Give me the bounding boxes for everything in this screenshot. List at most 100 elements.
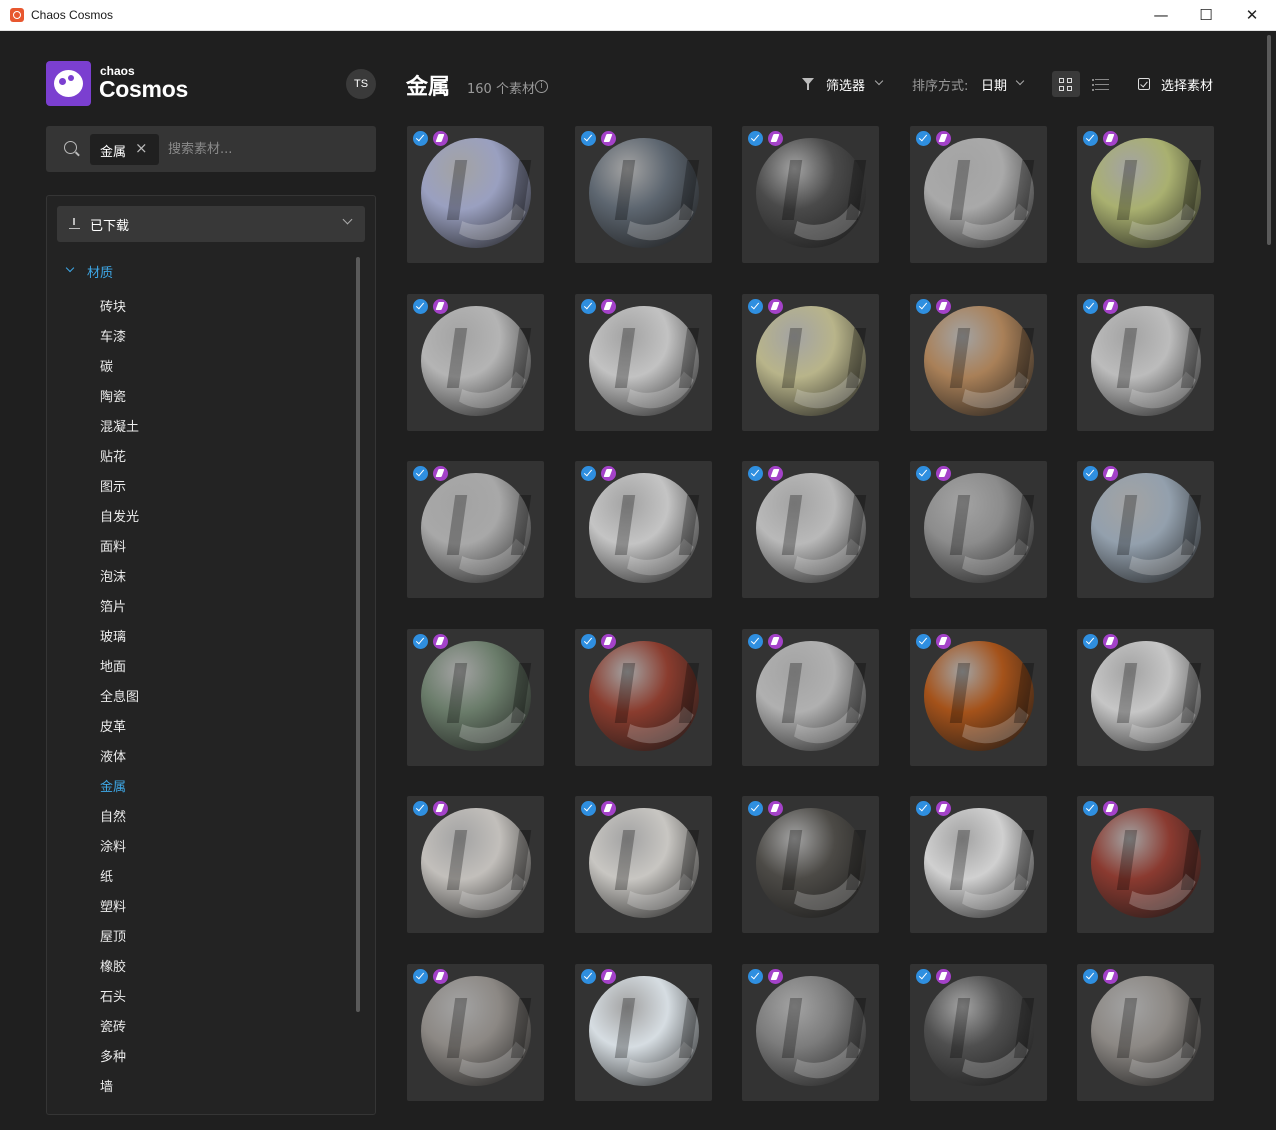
pro-badge-icon [433,968,448,984]
pro-badge-icon [433,298,448,314]
category-item[interactable]: 碳 [100,356,300,386]
category-item[interactable]: 皮革 [100,716,300,746]
material-tile[interactable] [574,126,712,263]
search-input[interactable] [168,138,358,160]
category-item[interactable]: 箔片 [100,596,300,626]
close-button[interactable]: ✕ [1229,0,1275,31]
material-tile[interactable] [574,293,712,431]
downloaded-dropdown[interactable]: 已下载 [57,206,365,242]
material-tile[interactable] [1077,461,1214,598]
asset-count: 160 个素材 [467,82,535,97]
material-tile[interactable] [407,126,544,263]
chevron-down-icon [874,76,884,86]
category-item[interactable]: 多种 [100,1046,300,1076]
sidebar-scrollbar[interactable] [356,257,360,1012]
downloaded-check-icon [915,633,931,649]
grid-view-button[interactable] [1052,71,1080,97]
pro-badge-icon [768,801,783,816]
material-preview-sphere [1091,808,1201,918]
downloaded-check-icon [413,633,428,649]
category-item[interactable]: 车漆 [100,326,300,356]
pro-badge-icon [433,466,448,481]
category-item[interactable]: 自然 [100,806,300,836]
material-preview-sphere [588,138,699,248]
material-tile[interactable] [909,461,1047,598]
chevron-down-icon [65,263,75,273]
material-preview-sphere [756,975,866,1086]
maximize-button[interactable]: ☐ [1183,0,1229,31]
category-item[interactable]: 墙 [100,1076,300,1106]
material-tile[interactable] [909,126,1047,263]
category-item[interactable]: 自发光 [100,506,300,536]
category-item[interactable]: 砖块 [100,296,300,326]
material-tile[interactable] [574,628,712,766]
downloaded-check-icon [748,131,763,146]
material-tile[interactable] [1077,796,1214,933]
material-tile[interactable] [407,628,544,766]
material-preview-sphere [923,473,1034,583]
category-item[interactable]: 金属 [100,776,300,806]
chip-close-icon[interactable]: × [135,139,148,157]
material-tile[interactable] [742,461,879,598]
category-item[interactable]: 屋顶 [100,926,300,956]
info-icon[interactable]: i [535,80,548,93]
main-content: 金属 160 个素材 i 筛选器 排序方式: 日期 选择素材 [392,31,1276,1130]
category-item[interactable]: 瓷砖 [100,1016,300,1046]
category-item[interactable]: 混凝土 [100,416,300,446]
material-tile[interactable] [742,796,879,933]
material-preview-sphere [421,473,531,583]
downloaded-check-icon [413,968,428,984]
category-item[interactable]: 涂料 [100,836,300,866]
category-item[interactable]: 贴花 [100,446,300,476]
material-tile[interactable] [407,963,544,1101]
material-tile[interactable] [742,293,879,431]
category-item[interactable]: 陶瓷 [100,386,300,416]
material-tile[interactable] [1077,293,1214,431]
pro-badge-icon [600,801,616,816]
material-preview-sphere [588,640,699,751]
category-item[interactable]: 液体 [100,746,300,776]
material-tile[interactable] [407,796,544,933]
category-item[interactable]: 泡沫 [100,566,300,596]
downloaded-check-icon [580,298,596,314]
downloaded-check-icon [915,131,931,146]
material-tile[interactable] [742,126,879,263]
material-tile[interactable] [1077,126,1214,263]
pro-badge-icon [768,466,783,481]
category-item[interactable]: 地面 [100,656,300,686]
user-avatar[interactable]: TS [346,69,376,99]
material-tile[interactable] [909,796,1047,933]
minimize-button[interactable]: — [1138,0,1184,31]
pro-badge-icon [600,298,616,314]
category-item[interactable]: 面料 [100,536,300,566]
material-tile[interactable] [574,796,712,933]
downloaded-check-icon [915,801,931,816]
app-body: chaos Cosmos TS 金属 × 已下载 材质 砖块车漆碳陶瓷混凝土贴花… [0,31,1276,1130]
category-item[interactable]: 玻璃 [100,626,300,656]
material-tile[interactable] [1077,628,1214,766]
material-tile[interactable] [1077,963,1214,1101]
downloaded-check-icon [1083,968,1098,984]
material-tile[interactable] [407,461,544,598]
material-tile[interactable] [574,963,712,1101]
download-icon [69,218,80,229]
pro-badge-icon [768,298,783,314]
downloaded-check-icon [580,466,596,481]
material-preview-sphere [421,640,531,751]
list-view-button[interactable] [1088,71,1116,97]
material-tile[interactable] [909,963,1047,1101]
material-preview-sphere [756,473,866,583]
category-item[interactable]: 塑料 [100,896,300,926]
material-tile[interactable] [742,963,879,1101]
material-tile[interactable] [574,461,712,598]
material-tile[interactable] [909,293,1047,431]
category-item[interactable]: 全息图 [100,686,300,716]
category-item[interactable]: 图示 [100,476,300,506]
category-item[interactable]: 纸 [100,866,300,896]
category-item[interactable]: 石头 [100,986,300,1016]
material-tile[interactable] [407,293,544,431]
main-scrollbar[interactable] [1267,35,1271,245]
material-tile[interactable] [909,628,1047,766]
category-item[interactable]: 橡胶 [100,956,300,986]
material-tile[interactable] [742,628,879,766]
